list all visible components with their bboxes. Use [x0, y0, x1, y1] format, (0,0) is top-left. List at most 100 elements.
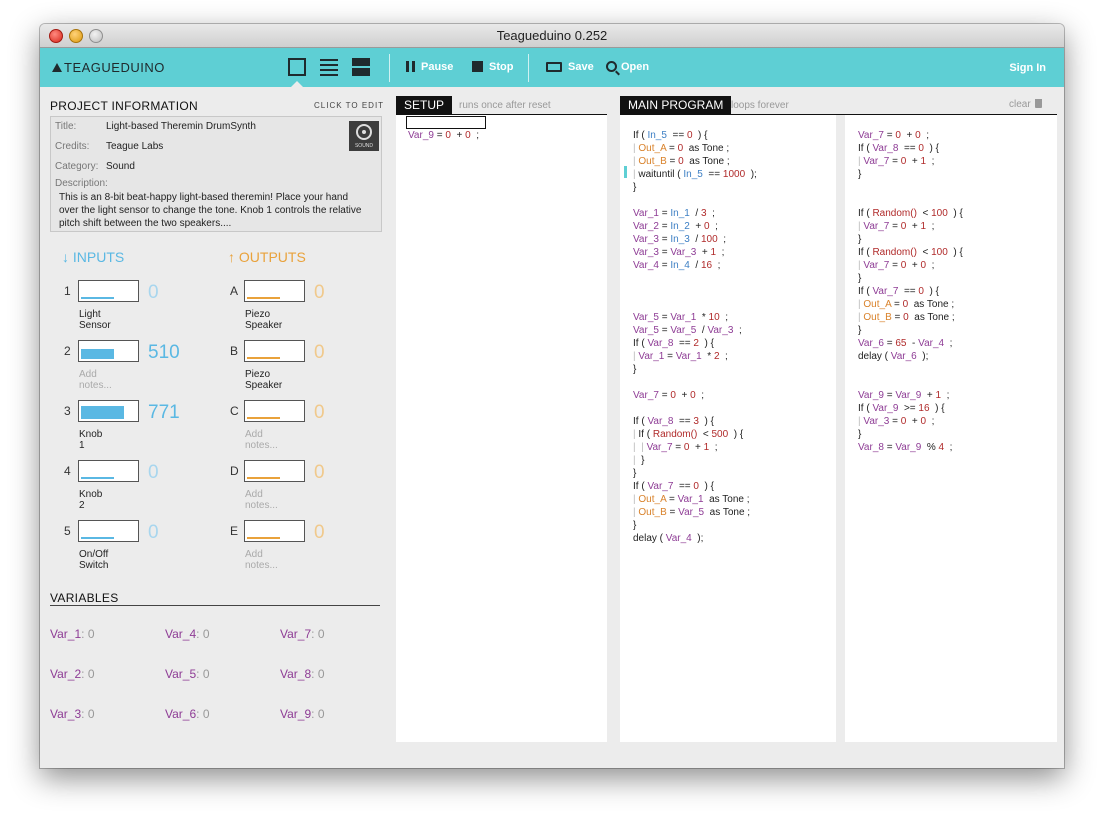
code-line[interactable]: | Out_A = Var_1 as Tone ;: [633, 493, 757, 506]
code-line[interactable]: | Var_3 = 0 + 0 ;: [858, 415, 963, 428]
code-line[interactable]: Var_5 = Var_5 / Var_3 ;: [633, 324, 757, 337]
project-info-box[interactable]: Title: Light-based Theremin DrumSynth Cr…: [50, 116, 382, 232]
setup-insert-slot[interactable]: [406, 116, 486, 129]
code-line[interactable]: Var_3 = In_3 / 100 ;: [633, 233, 757, 246]
code-line[interactable]: [858, 194, 963, 207]
variable-var_2: Var_2: 0: [50, 667, 95, 681]
code-line[interactable]: [633, 298, 757, 311]
pause-button[interactable]: Pause: [406, 61, 453, 73]
code-line[interactable]: Var_5 = Var_1 * 10 ;: [633, 311, 757, 324]
code-line[interactable]: }: [858, 168, 963, 181]
zoom-window-button[interactable]: [89, 29, 103, 43]
code-line[interactable]: }: [858, 233, 963, 246]
code-line[interactable]: Var_2 = In_2 + 0 ;: [633, 220, 757, 233]
inputs-heading: ↓ INPUTS: [62, 249, 125, 265]
output-value: 0: [314, 282, 325, 303]
code-line[interactable]: Var_7 = 0 + 0 ;: [858, 129, 963, 142]
code-line[interactable]: Var_4 = In_4 / 16 ;: [633, 259, 757, 272]
close-window-button[interactable]: [49, 29, 63, 43]
input-meter: [78, 460, 139, 482]
code-line[interactable]: Var_1 = In_1 / 3 ;: [633, 207, 757, 220]
output-index: D: [230, 464, 239, 478]
code-line[interactable]: | Var_1 = Var_1 * 2 ;: [633, 350, 757, 363]
output-note[interactable]: Add notes...: [245, 489, 278, 511]
code-line[interactable]: | Out_B = 0 as Tone ;: [633, 155, 757, 168]
input-note[interactable]: On/Off Switch: [79, 549, 108, 571]
code-line[interactable]: [633, 285, 757, 298]
stop-button[interactable]: Stop: [472, 61, 513, 73]
code-line[interactable]: | Var_7 = 0 + 1 ;: [858, 220, 963, 233]
setup-code[interactable]: Var_9 = 0 + 0 ;: [408, 129, 479, 142]
toolbar: TEAGUEDUINO Pause Stop Save Open Sign In: [40, 48, 1064, 87]
variable-var_9: Var_9: 0: [280, 707, 325, 721]
code-line[interactable]: | Out_A = 0 as Tone ;: [633, 142, 757, 155]
code-line[interactable]: | Out_B = Var_5 as Tone ;: [633, 506, 757, 519]
project-credits: Teague Labs: [106, 141, 164, 152]
code-line[interactable]: [633, 376, 757, 389]
code-line[interactable]: }: [858, 324, 963, 337]
code-line[interactable]: If ( Var_8 == 2 ) {: [633, 337, 757, 350]
code-line[interactable]: }: [633, 363, 757, 376]
code-line[interactable]: Var_9 = 0 + 0 ;: [408, 129, 479, 142]
code-line[interactable]: If ( Var_8 == 3 ) {: [633, 415, 757, 428]
code-line[interactable]: | If ( Random() < 500 ) {: [633, 428, 757, 441]
minimize-window-button[interactable]: [69, 29, 83, 43]
code-line[interactable]: If ( Var_7 == 0 ) {: [858, 285, 963, 298]
code-line[interactable]: If ( Random() < 100 ) {: [858, 207, 963, 220]
input-meter: [78, 340, 139, 362]
output-note[interactable]: Add notes...: [245, 549, 278, 571]
main-code-column-1[interactable]: If ( In_5 == 0 ) {| Out_A = 0 as Tone ; |…: [633, 129, 757, 545]
code-line[interactable]: [633, 402, 757, 415]
code-line[interactable]: [858, 181, 963, 194]
edit-project-link[interactable]: CLICK TO EDIT: [314, 101, 384, 110]
input-note[interactable]: Add notes...: [79, 369, 112, 391]
view-split-icon[interactable]: [352, 58, 370, 76]
save-button[interactable]: Save: [546, 61, 594, 73]
code-line[interactable]: }: [858, 272, 963, 285]
code-line[interactable]: | waituntil ( In_5 == 1000 );: [633, 168, 757, 181]
code-line[interactable]: Var_9 = Var_9 + 1 ;: [858, 389, 963, 402]
code-line[interactable]: Var_6 = 65 - Var_4 ;: [858, 337, 963, 350]
code-line[interactable]: If ( Var_7 == 0 ) {: [633, 480, 757, 493]
code-line[interactable]: | Var_7 = 0 + 0 ;: [858, 259, 963, 272]
code-line[interactable]: Var_8 = Var_9 % 4 ;: [858, 441, 963, 454]
code-line[interactable]: delay ( Var_6 );: [858, 350, 963, 363]
input-index: 3: [64, 404, 71, 418]
main-program-tab[interactable]: MAIN PROGRAM: [620, 96, 732, 115]
code-line[interactable]: [633, 272, 757, 285]
variable-var_1: Var_1: 0: [50, 627, 95, 641]
code-line[interactable]: }: [633, 467, 757, 480]
output-note[interactable]: Piezo Speaker: [245, 309, 282, 331]
search-icon: [606, 61, 617, 72]
main-code-column-2[interactable]: Var_7 = 0 + 0 ; If ( Var_8 == 0 ) {| Var_…: [858, 129, 963, 454]
code-line[interactable]: }: [858, 428, 963, 441]
sign-in-link[interactable]: Sign In: [1009, 62, 1046, 74]
code-line[interactable]: [858, 363, 963, 376]
code-line[interactable]: If ( In_5 == 0 ) {: [633, 129, 757, 142]
output-note[interactable]: Add notes...: [245, 429, 278, 451]
view-single-icon[interactable]: [288, 58, 306, 76]
clear-button[interactable]: clear: [1009, 99, 1042, 110]
open-button[interactable]: Open: [606, 61, 649, 73]
code-line[interactable]: }: [633, 519, 757, 532]
code-line[interactable]: | Var_7 = 0 + 1 ;: [858, 155, 963, 168]
code-line[interactable]: }: [633, 181, 757, 194]
code-line[interactable]: | Out_A = 0 as Tone ;: [858, 298, 963, 311]
output-note[interactable]: Piezo Speaker: [245, 369, 282, 391]
code-line[interactable]: If ( Random() < 100 ) {: [858, 246, 963, 259]
code-line[interactable]: delay ( Var_4 );: [633, 532, 757, 545]
code-line[interactable]: Var_3 = Var_3 + 1 ;: [633, 246, 757, 259]
code-line[interactable]: | | Var_7 = 0 + 1 ;: [633, 441, 757, 454]
code-line[interactable]: | Out_B = 0 as Tone ;: [858, 311, 963, 324]
code-line[interactable]: [858, 376, 963, 389]
code-line[interactable]: [633, 194, 757, 207]
code-line[interactable]: If ( Var_8 == 0 ) {: [858, 142, 963, 155]
setup-tab[interactable]: SETUP: [396, 96, 453, 115]
input-note[interactable]: Light Sensor: [79, 309, 111, 331]
view-list-icon[interactable]: [320, 58, 338, 76]
code-line[interactable]: | }: [633, 454, 757, 467]
code-line[interactable]: If ( Var_9 >= 16 ) {: [858, 402, 963, 415]
code-line[interactable]: Var_7 = 0 + 0 ;: [633, 389, 757, 402]
input-note[interactable]: Knob 2: [79, 489, 102, 511]
input-note[interactable]: Knob 1: [79, 429, 102, 451]
